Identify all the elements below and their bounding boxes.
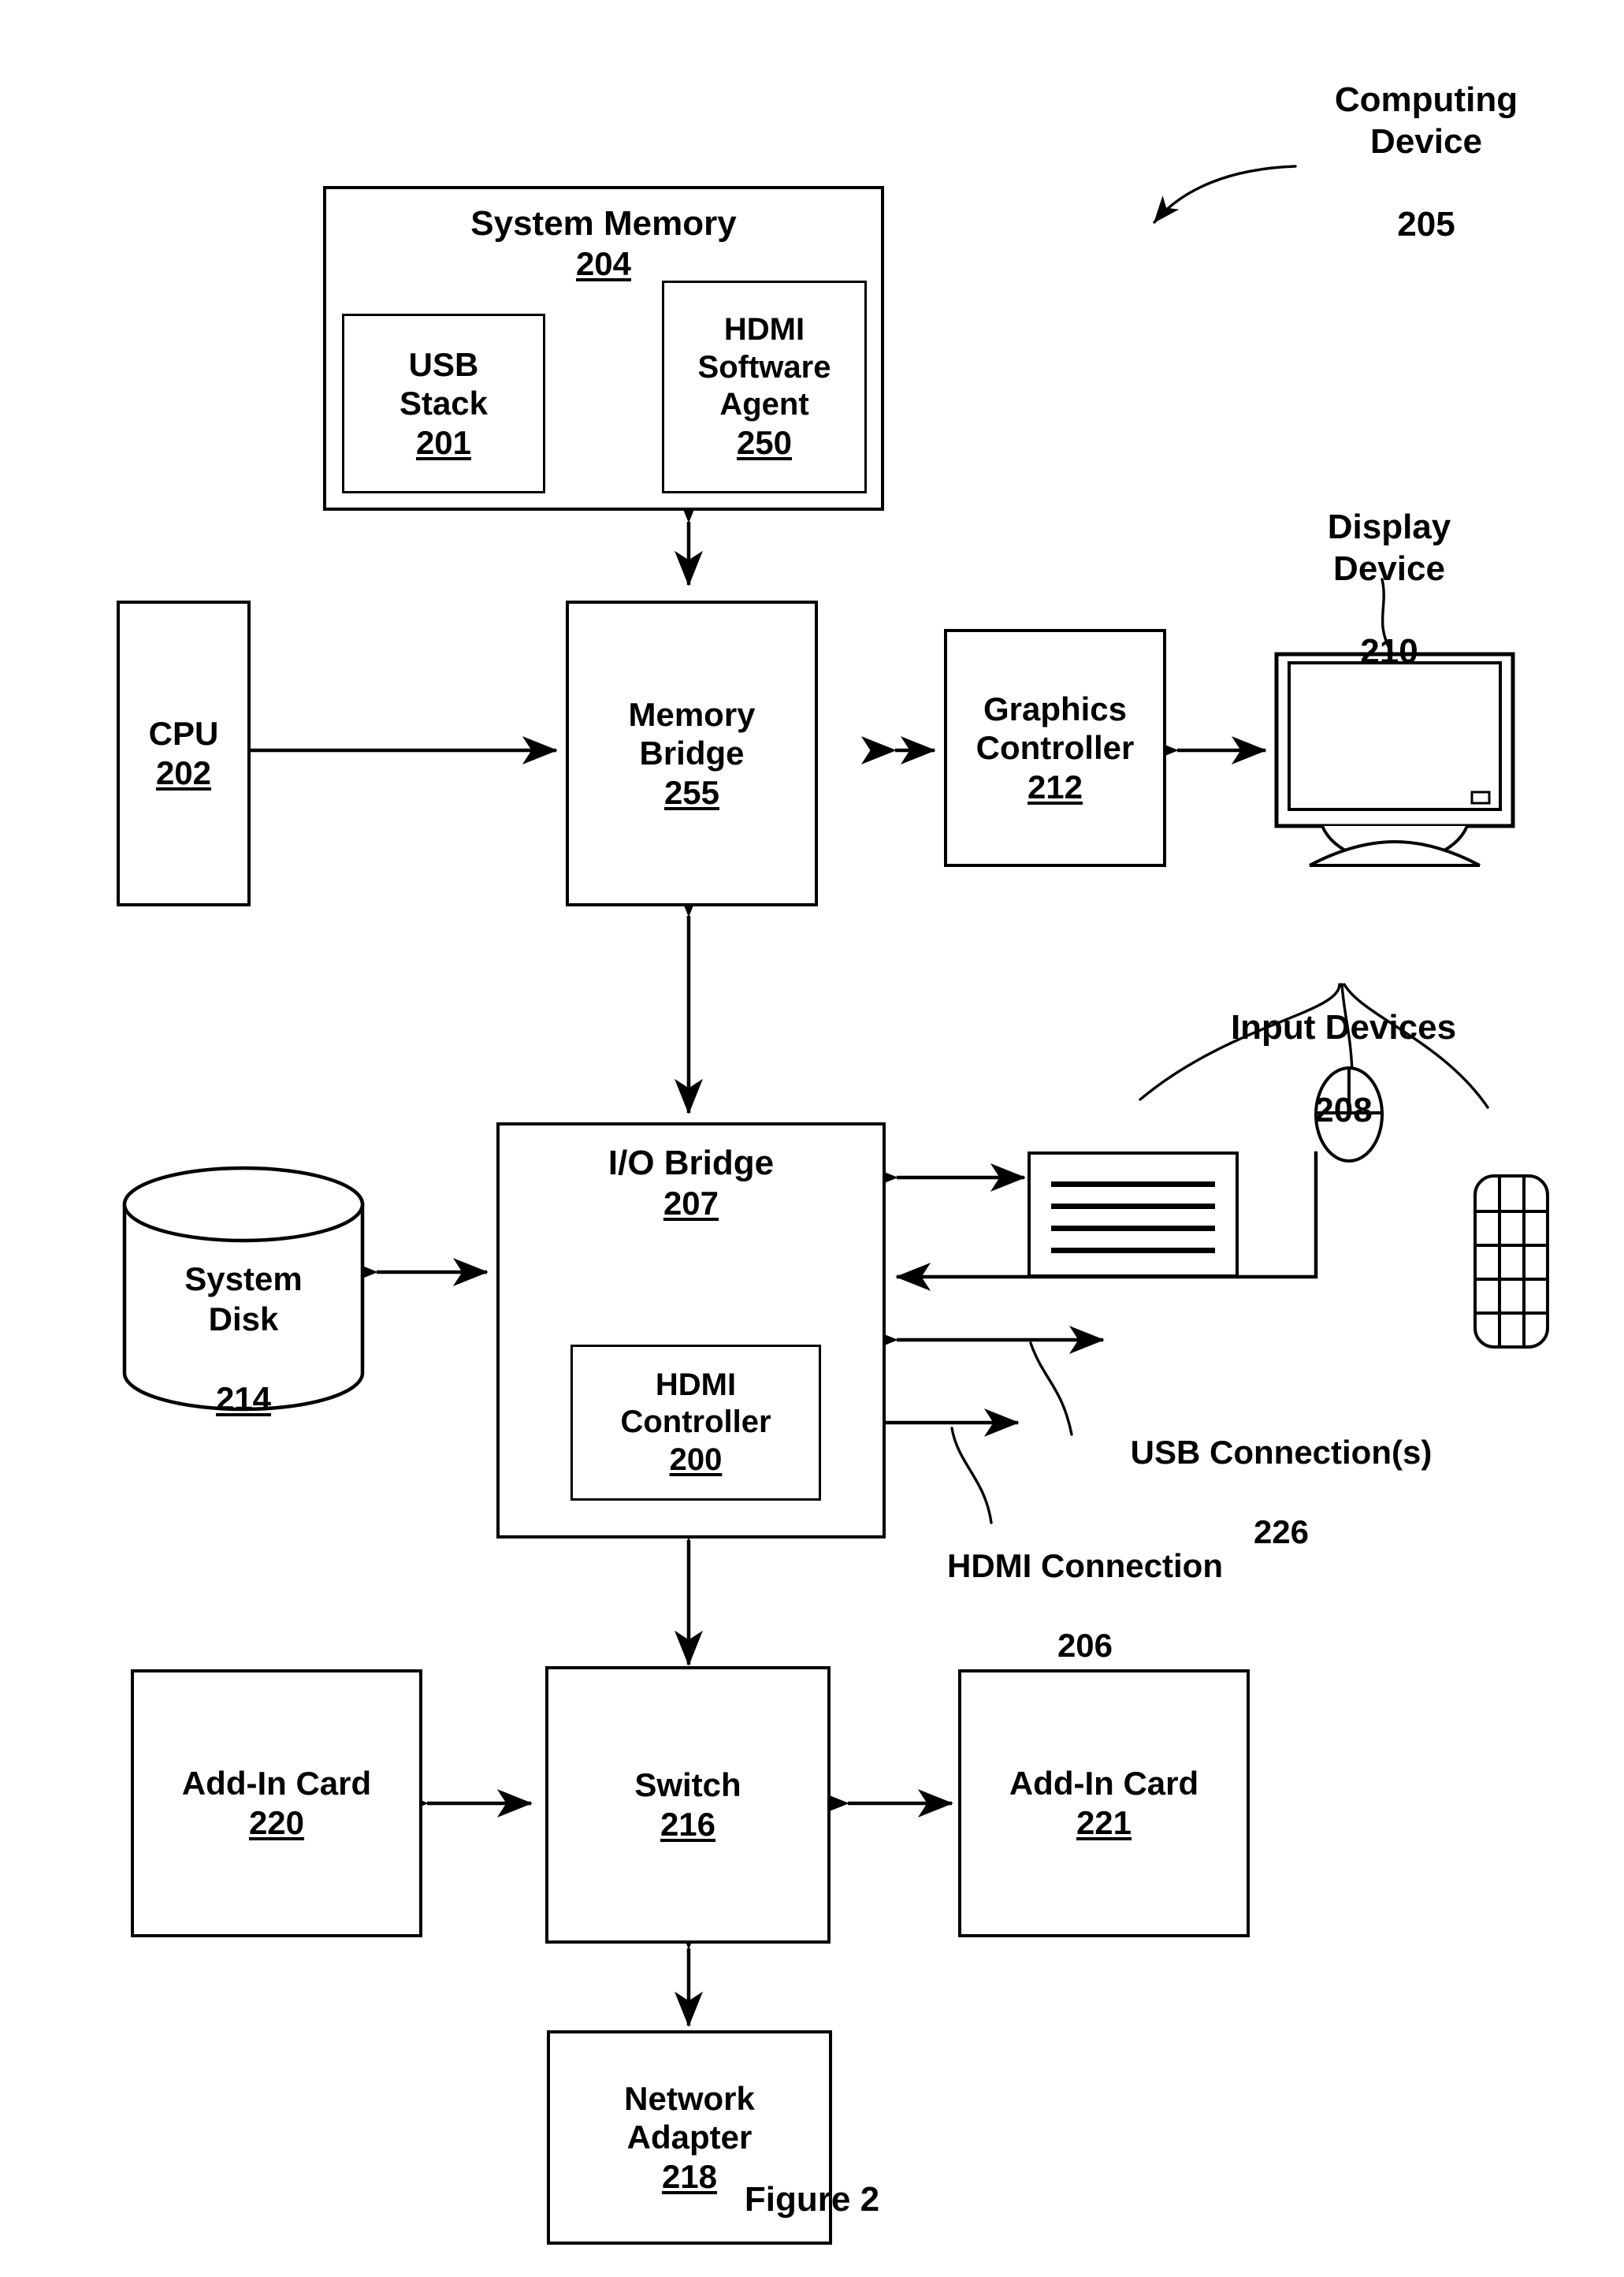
usb-stack-ref: 201: [415, 423, 472, 461]
usb-stack-label: USB Stack: [399, 345, 489, 422]
io-bridge-header: I/O Bridge 207: [500, 1143, 883, 1222]
memory-bridge-block[interactable]: Memory Bridge 255: [566, 601, 818, 906]
figure-caption: Figure 2: [744, 2180, 880, 2219]
computing-device-callout: Computing Device 205: [1292, 38, 1560, 288]
keyboard-row: [1051, 1204, 1215, 1209]
system-disk-ref: 214: [215, 1379, 272, 1417]
memory-bridge-label: Memory Bridge: [628, 695, 756, 772]
add-in-card-left-block[interactable]: Add-In Card 220: [131, 1669, 422, 1937]
keyboard-row: [1051, 1181, 1215, 1187]
add-in-card-right-ref: 221: [1076, 1804, 1132, 1841]
io-bridge-ref: 207: [663, 1184, 719, 1222]
leader-computing-device: [1153, 165, 1297, 224]
patent-figure-page: Computing Device 205 System Memory 204 U…: [0, 0, 1624, 2277]
hdmi-controller-label: HDMI Controller: [620, 1367, 771, 1440]
add-in-card-left-ref: 220: [248, 1804, 305, 1841]
keyboard-row: [1051, 1226, 1215, 1231]
cpu-block[interactable]: CPU 202: [117, 601, 251, 906]
numeric-keypad-icon: [1473, 1174, 1549, 1349]
computing-device-ref: 205: [1397, 205, 1455, 244]
graphics-controller-block[interactable]: Graphics Controller 212: [944, 629, 1166, 867]
add-in-card-right-block[interactable]: Add-In Card 221: [958, 1669, 1250, 1937]
cpu-ref: 202: [155, 754, 212, 791]
memory-bridge-ref: 255: [663, 773, 720, 811]
graphics-controller-label: Graphics Controller: [976, 690, 1135, 767]
hdmi-connection-ref: 206: [1057, 1627, 1113, 1665]
usb-stack-block[interactable]: USB Stack 201: [342, 314, 545, 493]
hdmi-software-agent-label: HDMI Software Agent: [697, 312, 831, 422]
system-disk-label: System Disk: [184, 1260, 303, 1338]
leader-usb-connection: [1029, 1341, 1073, 1436]
input-devices-label: Input Devices: [1230, 1007, 1457, 1047]
switch-ref: 216: [660, 1806, 716, 1843]
usb-connections-label: USB Connection(s): [1130, 1434, 1433, 1471]
input-devices-ref: 208: [1314, 1091, 1373, 1130]
hdmi-controller-ref: 200: [669, 1442, 723, 1477]
system-disk-block[interactable]: System Disk 214: [134, 1220, 353, 1458]
hdmi-controller-block[interactable]: HDMI Controller 200: [570, 1345, 821, 1501]
io-bridge-label: I/O Bridge: [608, 1144, 775, 1182]
system-memory-header: System Memory 204: [326, 203, 881, 283]
hdmi-software-agent-block[interactable]: HDMI Software Agent 250: [662, 281, 867, 493]
keyboard-icon[interactable]: [1028, 1152, 1239, 1278]
input-devices-callout: Input Devices 208: [1182, 965, 1505, 1174]
cpu-label: CPU: [148, 715, 219, 753]
add-in-card-left-label: Add-In Card: [181, 1765, 372, 1803]
hdmi-software-agent-ref: 250: [736, 424, 793, 461]
hdmi-connection-label: HDMI Connection: [947, 1547, 1223, 1585]
keyboard-row: [1051, 1248, 1215, 1253]
system-memory-ref: 204: [575, 244, 632, 282]
network-adapter-label: Network Adapter: [624, 2079, 755, 2156]
switch-label: Switch: [634, 1766, 741, 1804]
display-device-label: Display Device: [1327, 507, 1451, 588]
display-device-callout: Display Device 210: [1251, 465, 1527, 715]
computing-device-label: Computing Device: [1334, 80, 1518, 161]
graphics-controller-ref: 212: [1027, 768, 1083, 806]
add-in-card-right-label: Add-In Card: [1009, 1765, 1199, 1803]
system-memory-label: System Memory: [470, 204, 737, 243]
display-device-ref: 210: [1360, 632, 1418, 672]
switch-block[interactable]: Switch 216: [545, 1666, 831, 1944]
